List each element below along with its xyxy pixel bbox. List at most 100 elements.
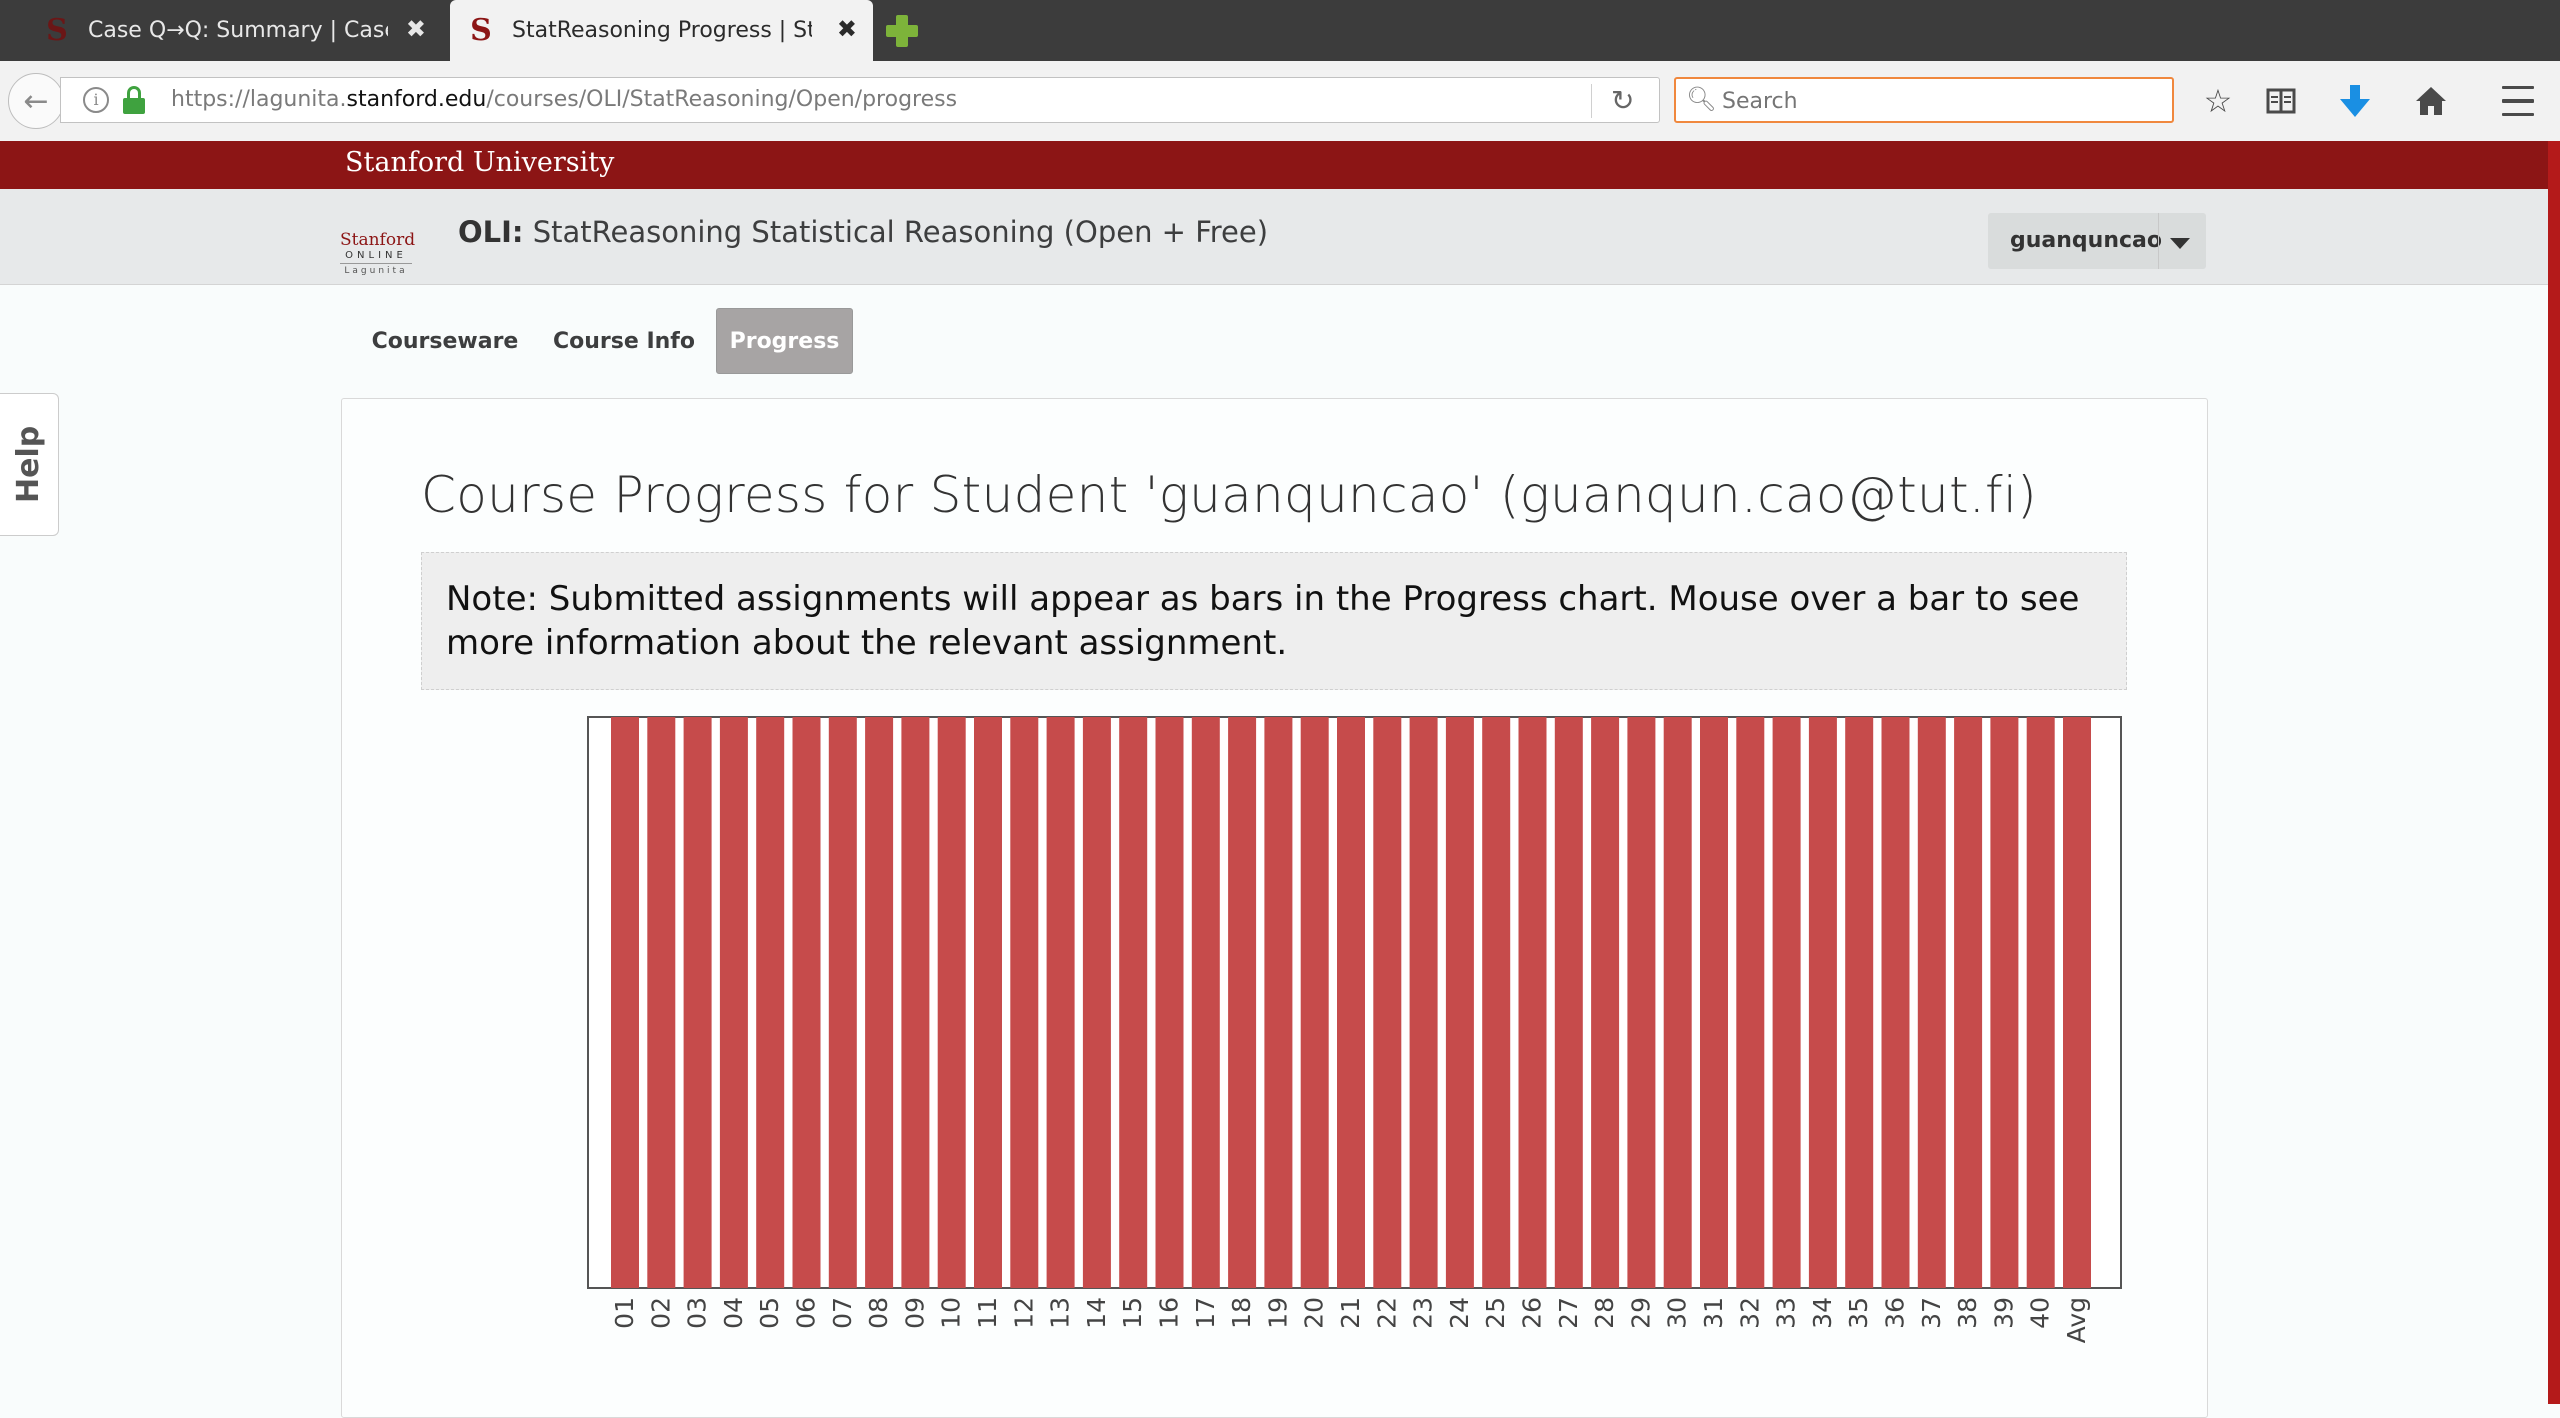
url-text[interactable]: https://lagunita.stanford.edu/courses/OL… [171,87,957,112]
progress-bar-04[interactable] [719,717,748,1288]
progress-note: Note: Submitted assignments will appear … [421,552,2127,690]
progress-bar-36[interactable] [1881,717,1910,1288]
x-tick-label: 28 [1590,1297,1619,1329]
progress-bar-09[interactable] [901,717,930,1288]
reload-icon[interactable]: ↻ [1611,84,1634,117]
progress-bar-08[interactable] [865,717,894,1288]
progress-bar-20[interactable] [1300,717,1329,1288]
progress-bar-22[interactable] [1373,717,1402,1288]
info-icon[interactable]: i [83,87,109,113]
progress-bar-13[interactable] [1046,717,1075,1288]
x-tick-label: 27 [1554,1297,1583,1329]
x-tick-label: 24 [1445,1297,1474,1329]
bookmark-star-icon[interactable]: ☆ [2198,81,2238,121]
close-tab-icon[interactable]: ✖ [837,15,857,43]
x-tick-label: 02 [646,1297,675,1329]
progress-bar-29[interactable] [1627,717,1656,1288]
progress-bar-07[interactable] [828,717,857,1288]
progress-bar-19[interactable] [1264,717,1293,1288]
x-tick-label: 29 [1626,1297,1655,1329]
user-menu-button[interactable]: guanquncao [1988,213,2206,269]
x-tick-label: 38 [1953,1297,1982,1329]
progress-bar-33[interactable] [1772,717,1801,1288]
search-icon: 🔍︎ [1686,85,1717,113]
progress-bar-25[interactable] [1482,717,1511,1288]
username: guanquncao [2010,228,2162,253]
stanford-online-logo[interactable]: Stanford ONLINE Lagunita [340,230,416,278]
progress-bar-12[interactable] [1010,717,1039,1288]
progress-bar-21[interactable] [1337,717,1365,1288]
stanford-favicon-icon: S [46,13,68,48]
x-tick-label: 26 [1518,1297,1547,1329]
x-tick-label: 33 [1772,1297,1801,1329]
tab-title: StatReasoning Progress | St… [512,18,812,43]
browser-search-box[interactable]: 🔍︎ [1674,77,2174,123]
x-tick-label: 36 [1881,1297,1910,1329]
progress-bar-26[interactable] [1518,717,1547,1288]
progress-bar-10[interactable] [937,717,966,1288]
browser-tab-progress[interactable]: S StatReasoning Progress | St… ✖ [450,0,873,61]
progress-bar-17[interactable] [1191,717,1220,1288]
x-tick-label: 18 [1227,1297,1256,1329]
progress-bar-23[interactable] [1409,717,1438,1288]
x-tick-label: 10 [937,1297,966,1329]
logo-line-1: Stanford [340,230,416,250]
progress-bar-15[interactable] [1119,717,1148,1288]
progress-bar-38[interactable] [1954,717,1983,1288]
progress-bar-16[interactable] [1155,717,1184,1288]
progress-bar-01[interactable] [611,717,639,1288]
menu-icon[interactable] [2498,81,2538,121]
x-tick-label: 11 [973,1297,1002,1329]
progress-bar-11[interactable] [974,717,1002,1288]
x-tick-label: 16 [1155,1297,1184,1329]
new-tab-plus-icon[interactable] [884,13,920,49]
url-host: stanford.edu [346,87,487,112]
search-input[interactable] [1720,85,2164,117]
url-bar[interactable]: i https://lagunita.stanford.edu/courses/… [60,77,1660,123]
progress-bar-06[interactable] [792,717,821,1288]
progress-bar-34[interactable] [1808,717,1837,1288]
x-tick-label: 04 [719,1297,748,1329]
url-divider [1591,84,1592,118]
progress-bar-18[interactable] [1228,717,1257,1288]
progress-bar-32[interactable] [1736,717,1765,1288]
x-tick-label: 07 [828,1297,857,1329]
x-tick-label: 06 [792,1297,821,1329]
reading-list-icon[interactable] [2261,81,2301,121]
progress-bar-03[interactable] [683,717,712,1288]
logo-line-3: Lagunita [344,266,408,276]
x-tick-label: 15 [1118,1297,1147,1329]
tab-progress[interactable]: Progress [716,308,853,374]
progress-bar-39[interactable] [1990,717,2019,1288]
progress-bar-40[interactable] [2026,717,2055,1288]
progress-bar-28[interactable] [1591,717,1620,1288]
progress-bar-27[interactable] [1554,717,1583,1288]
progress-bar-37[interactable] [1917,717,1946,1288]
progress-bar-35[interactable] [1845,717,1874,1288]
stanford-favicon-icon: S [470,13,492,48]
tab-course-info[interactable]: Course Info [543,308,705,374]
progress-bar-30[interactable] [1663,717,1692,1288]
download-icon[interactable] [2335,81,2375,121]
browser-navigation-bar: ← i https://lagunita.stanford.edu/course… [0,61,2560,142]
page-scrollbar[interactable] [2548,141,2560,1404]
x-tick-label: 01 [610,1297,639,1329]
university-name[interactable]: Stanford University [345,147,614,178]
url-prefix: https://lagunita. [171,87,347,112]
tab-courseware[interactable]: Courseware [364,308,526,374]
x-tick-label: 35 [1844,1297,1873,1329]
progress-bar-14[interactable] [1082,717,1111,1288]
x-tick-label: 37 [1917,1297,1946,1329]
browser-tab-case-summary[interactable]: S Case Q→Q: Summary | Case … ✖ [0,0,442,61]
close-tab-icon[interactable]: ✖ [406,15,426,43]
progress-bar-05[interactable] [756,717,785,1288]
home-icon[interactable] [2411,81,2451,121]
progress-bar-24[interactable] [1445,717,1474,1288]
back-arrow-icon[interactable]: ← [8,73,64,129]
x-tick-label: 30 [1663,1297,1692,1329]
lock-icon[interactable] [123,86,145,114]
progress-bar-31[interactable] [1700,717,1728,1288]
progress-bar-02[interactable] [647,717,676,1288]
help-side-tab[interactable]: Help [0,393,59,536]
progress-bar-avg[interactable] [2063,717,2091,1288]
